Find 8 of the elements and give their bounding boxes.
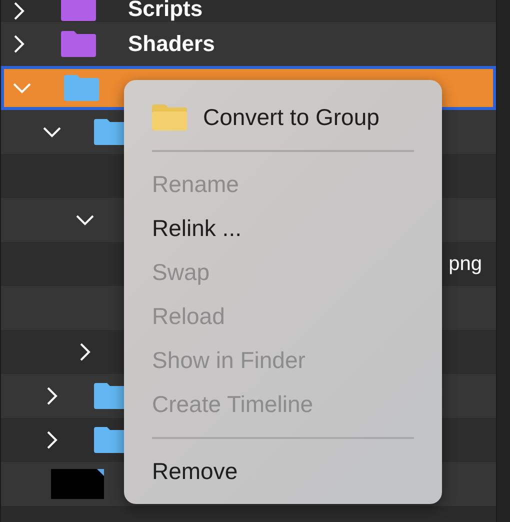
folder-name[interactable]: Shaders [128,31,215,57]
file-name[interactable]: png [448,252,482,276]
menu-item[interactable]: Relink ... [152,206,414,250]
menu-item[interactable]: Remove [152,449,414,493]
menu-item[interactable]: Convert to Group [152,95,414,139]
image-thumbnail-icon [51,469,104,499]
folder-icon [152,104,187,130]
folder-name[interactable]: Scripts [128,0,203,21]
